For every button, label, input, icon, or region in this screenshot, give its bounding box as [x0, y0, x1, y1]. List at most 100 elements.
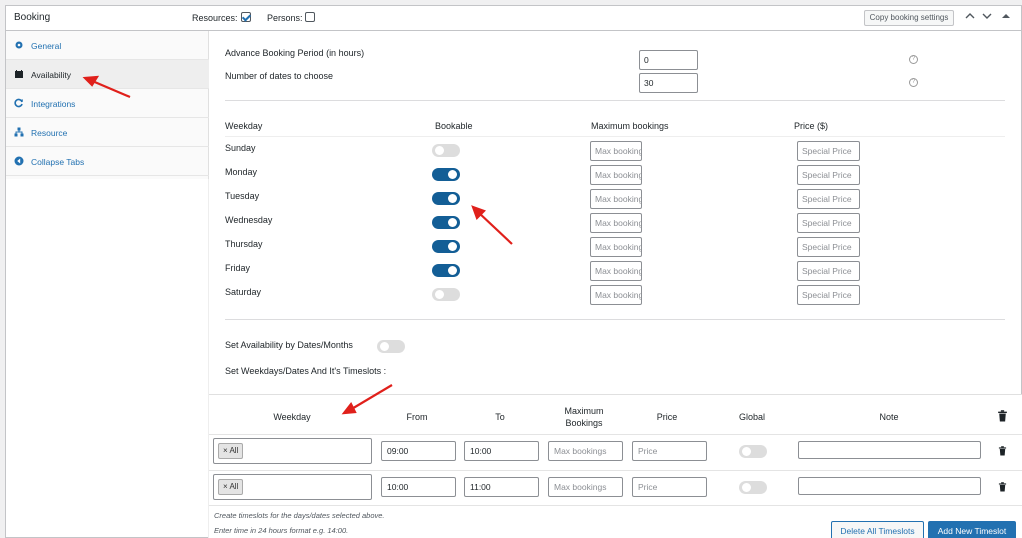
bookable-toggle[interactable] [432, 168, 460, 181]
row-divider [209, 434, 1022, 435]
bookable-toggle[interactable] [432, 288, 460, 301]
timeslot-price-input[interactable]: Price [632, 477, 707, 497]
dates-to-choose-label: Number of dates to choose [225, 71, 334, 81]
ts-price-header: Price [656, 412, 678, 422]
special-price-input[interactable]: Special Price [797, 237, 860, 257]
tab-integrations[interactable]: Integrations [6, 89, 209, 118]
divider [225, 319, 1005, 320]
max-bookings-input[interactable]: Max bookings [590, 165, 642, 185]
max-bookings-input[interactable]: Max bookings [590, 189, 642, 209]
max-bookings-input[interactable]: Max bookings [590, 141, 642, 161]
weekday-label: Wednesday [225, 215, 273, 225]
max-bookings-input[interactable]: Max bookings [590, 213, 642, 233]
tab-general[interactable]: General [6, 31, 209, 60]
tab-collapse-label: Collapse Tabs [31, 157, 85, 167]
timeslot-note-textarea[interactable] [798, 477, 981, 495]
weekday-label: Thursday [225, 239, 263, 249]
tab-integrations-label: Integrations [31, 99, 76, 109]
timeslot-to-input[interactable]: 11:00 [464, 477, 539, 497]
timeslot-weekday-select[interactable]: × All [213, 438, 372, 464]
trash-icon[interactable] [998, 482, 1007, 492]
weekday-label: Friday [225, 263, 251, 273]
timeslots-heading: Set Weekdays/Dates And It's Timeslots : [225, 366, 387, 376]
help-icon[interactable]: ? [909, 78, 918, 87]
timeslot-max-input[interactable]: Max bookings [548, 441, 623, 461]
ts-to-header: To [495, 412, 505, 422]
ts-weekday-header: Weekday [273, 412, 311, 422]
collapse-icon [14, 156, 24, 166]
trash-icon[interactable] [998, 446, 1007, 456]
dates-months-label: Set Availability by Dates/Months [225, 340, 353, 350]
special-price-input[interactable]: Special Price [797, 213, 860, 233]
persons-label: Persons: [267, 13, 303, 23]
special-price-input[interactable]: Special Price [797, 285, 860, 305]
gear-icon [15, 41, 23, 49]
timeslot-note-2: Enter time in 24 hours format e.g. 14:00… [214, 526, 349, 535]
sidebar: General Availability Integrations Resour… [6, 31, 209, 179]
timeslot-note-textarea[interactable] [798, 441, 981, 459]
row-divider [209, 505, 1022, 506]
advance-booking-input[interactable]: 0 [639, 50, 698, 70]
weekday-label: Tuesday [225, 191, 260, 201]
special-price-input[interactable]: Special Price [797, 261, 860, 281]
booking-panel: Booking Resources: Persons: Copy booking… [5, 5, 1022, 538]
max-bookings-input[interactable]: Max bookings [590, 261, 642, 281]
row-divider [209, 470, 1022, 471]
weekday-tag-label: All [229, 446, 239, 455]
max-bookings-input[interactable]: Max bookings [590, 285, 642, 305]
global-toggle[interactable] [739, 445, 767, 458]
weekday-label: Monday [225, 167, 258, 177]
tab-availability[interactable]: Availability [6, 60, 209, 89]
trash-icon[interactable] [997, 410, 1008, 422]
timeslot-price-input[interactable]: Price [632, 441, 707, 461]
dates-months-toggle[interactable] [377, 340, 405, 353]
tab-resource[interactable]: Resource [6, 118, 209, 147]
weekday-tag[interactable]: × All [218, 479, 244, 495]
sidebar-filler [6, 179, 209, 538]
bookable-toggle[interactable] [432, 264, 460, 277]
timeslot-to-input[interactable]: 10:00 [464, 441, 539, 461]
help-icon[interactable]: ? [909, 55, 918, 64]
add-new-timeslot-button[interactable]: Add New Timeslot [928, 521, 1016, 538]
bookable-toggle[interactable] [432, 216, 460, 229]
special-price-input[interactable]: Special Price [797, 141, 860, 161]
copy-booking-settings-button[interactable]: Copy booking settings [864, 10, 954, 26]
timeslot-from-input[interactable]: 09:00 [381, 441, 456, 461]
divider [225, 100, 1005, 101]
timeslot-max-input[interactable]: Max bookings [548, 477, 623, 497]
bookable-header: Bookable [435, 121, 473, 131]
max-bookings-input[interactable]: Max bookings [590, 237, 642, 257]
bookable-toggle[interactable] [432, 144, 460, 157]
weekday-tag[interactable]: × All [218, 443, 244, 459]
panel-header: Booking Resources: Persons: Copy booking… [6, 6, 1021, 31]
ts-max-header-1: Maximum [564, 406, 604, 416]
dates-to-choose-input[interactable]: 30 [639, 73, 698, 93]
caret-up-icon[interactable] [1000, 11, 1012, 25]
ts-from-header: From [406, 412, 428, 422]
tab-availability-label: Availability [31, 70, 72, 80]
panel-title: Booking [14, 12, 51, 23]
network-icon [14, 127, 24, 137]
chevron-up-icon[interactable] [964, 11, 976, 25]
bookable-toggle[interactable] [432, 192, 460, 205]
chevron-down-icon[interactable] [981, 11, 993, 25]
special-price-input[interactable]: Special Price [797, 165, 860, 185]
advance-booking-label: Advance Booking Period (in hours) [225, 48, 365, 58]
timeslot-from-input[interactable]: 10:00 [381, 477, 456, 497]
timeslot-weekday-select[interactable]: × All [213, 474, 372, 500]
delete-all-timeslots-button[interactable]: Delete All Timeslots [831, 521, 924, 538]
max-bookings-header: Maximum bookings [591, 121, 669, 131]
ts-max-header-2: Bookings [565, 418, 603, 428]
bookable-toggle[interactable] [432, 240, 460, 253]
special-price-input[interactable]: Special Price [797, 189, 860, 209]
weekday-header: Weekday [225, 121, 263, 131]
persons-checkbox[interactable] [305, 12, 315, 22]
resources-checkbox[interactable] [241, 12, 251, 22]
tab-resource-label: Resource [31, 128, 68, 138]
tab-collapse[interactable]: Collapse Tabs [6, 147, 209, 176]
ts-note-header: Note [879, 412, 899, 422]
refresh-icon [14, 98, 23, 108]
global-toggle[interactable] [739, 481, 767, 494]
ts-global-header: Global [738, 412, 765, 422]
timeslots-table: Weekday From To Maximum Bookings Price G… [209, 394, 1022, 538]
